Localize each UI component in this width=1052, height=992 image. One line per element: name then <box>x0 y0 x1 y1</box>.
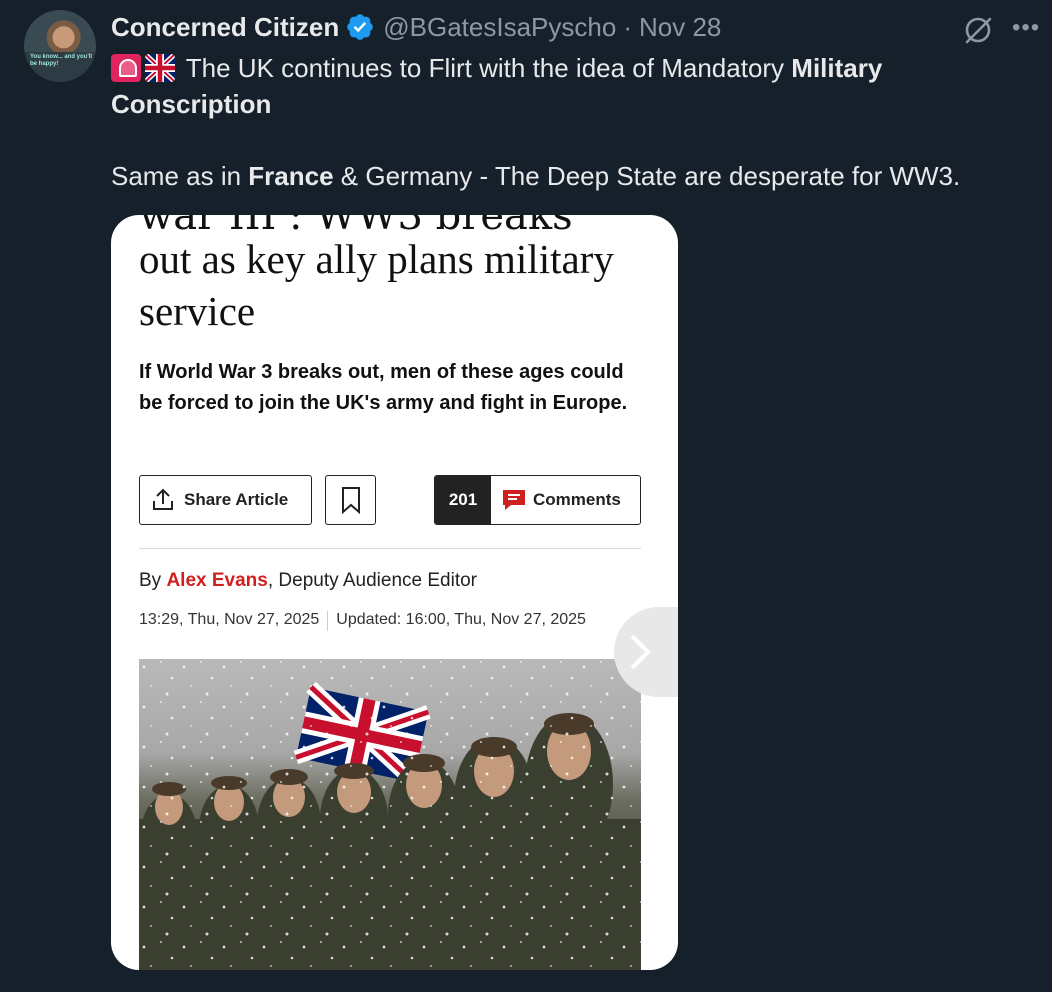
tweet-line2-bold: France <box>248 161 334 191</box>
article-standfirst: If World War 3 breaks out, men of these … <box>139 361 628 414</box>
article-dates: 13:29, Thu, Nov 27, 2025 Updated: 16:00,… <box>139 611 586 631</box>
author-link[interactable]: Alex Evans <box>166 570 267 591</box>
grok-icon[interactable] <box>960 12 996 48</box>
author-role: , Deputy Audience Editor <box>267 570 477 591</box>
comment-icon <box>503 490 525 510</box>
tweet-header: Concerned Citizen @BGatesIsaPyscho · Nov… <box>111 10 721 44</box>
verified-badge-icon <box>347 14 374 40</box>
tweet-text: The UK continues to Flirt with the idea … <box>111 50 1011 194</box>
bookmark-button[interactable] <box>325 475 376 525</box>
comments-label: Comments <box>533 490 621 509</box>
uk-flag-emoji-icon <box>145 54 175 82</box>
display-name[interactable]: Concerned Citizen <box>111 12 339 43</box>
tweet-line2-text: Same as in <box>111 161 249 191</box>
tweet-line1-text: The UK continues to Flirt with the idea … <box>185 53 792 83</box>
share-article-button[interactable]: Share Article <box>139 475 312 525</box>
avatar[interactable]: You know... and you'll be happy! <box>24 10 96 82</box>
handle[interactable]: @BGatesIsaPyscho <box>383 12 616 43</box>
tweet-line2-rest: & Germany - The Deep State are desperate… <box>333 161 961 191</box>
article-photo <box>139 659 641 970</box>
share-article-label: Share Article <box>184 490 289 509</box>
bookmark-icon <box>341 487 360 514</box>
updated-time: Updated: 16:00, Thu, Nov 27, 2025 <box>336 611 586 628</box>
more-icon[interactable]: ••• <box>1012 13 1042 43</box>
chevron-right-icon <box>630 634 651 670</box>
avatar-caption: You know... and you'll be happy! <box>30 54 93 67</box>
byline-prefix: By <box>139 570 167 591</box>
separator-dot: · <box>623 11 632 42</box>
soldiers-photo <box>139 659 641 970</box>
comments-button[interactable]: 201 Comments <box>434 475 641 525</box>
date-separator <box>327 611 329 631</box>
article-headline: out as key ally plans military service <box>139 236 614 334</box>
alarm-emoji-icon <box>111 54 141 82</box>
tweet-date[interactable]: Nov 28 <box>639 12 721 43</box>
published-time: 13:29, Thu, Nov 27, 2025 <box>139 611 320 628</box>
article-screenshot[interactable]: war III : WW3 breaks out as key ally pla… <box>111 215 678 970</box>
byline: By Alex Evans, Deputy Audience Editor <box>139 570 477 592</box>
share-icon <box>153 488 173 510</box>
comment-count: 201 <box>435 476 491 524</box>
divider <box>139 548 641 549</box>
